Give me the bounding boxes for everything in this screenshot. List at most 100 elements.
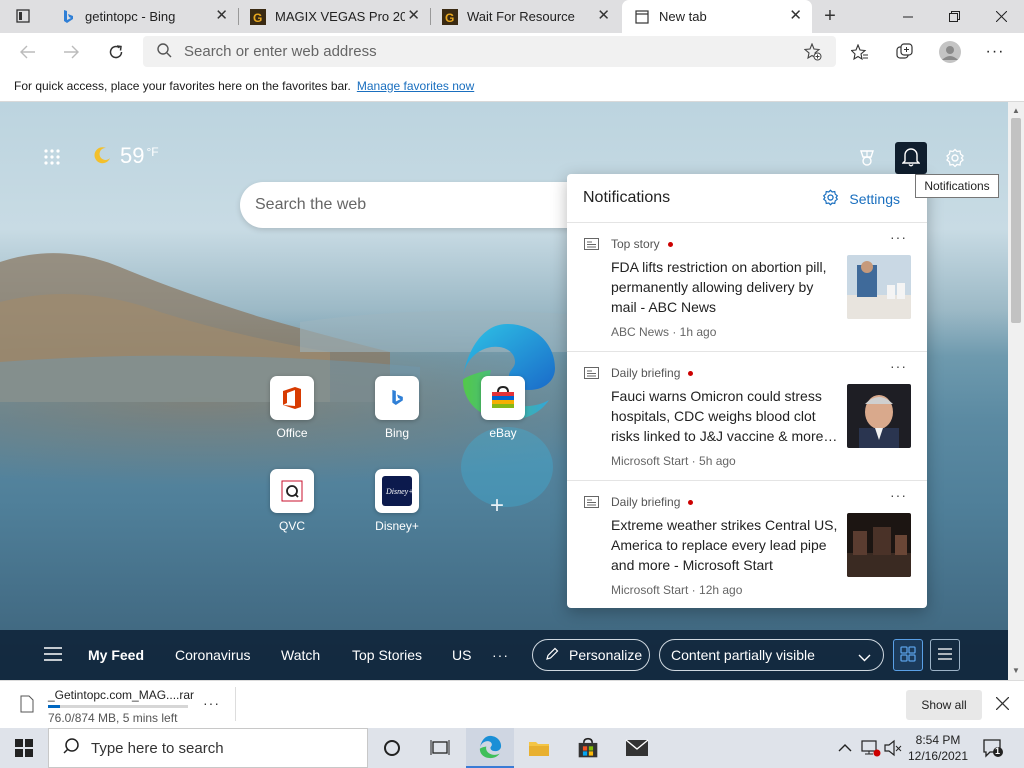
temperature-unit: °F [146,145,159,159]
unread-dot [688,370,694,376]
cortana-icon[interactable] [368,728,416,768]
scrollbar-thumb[interactable] [1011,118,1021,323]
web-search-input[interactable] [255,196,555,214]
quick-link-label: Disney+ [375,519,419,533]
collections-icon[interactable] [890,37,920,67]
quick-link-bing[interactable]: Bing [357,376,437,440]
feed-tab-watch[interactable]: Watch [281,647,320,663]
download-status: 76.0/874 MB, 5 mins left [48,711,178,725]
close-tab-icon[interactable]: ✕ [215,8,228,24]
pencil-icon [545,647,559,664]
task-view-icon[interactable] [416,728,464,768]
notification-item[interactable]: Daily briefing ··· Fauci warns Omicron c… [567,352,927,481]
edge-taskbar-icon[interactable] [466,728,514,768]
minimize-icon[interactable] [885,0,931,33]
scroll-up-icon[interactable]: ▲ [1012,106,1020,115]
close-window-icon[interactable] [978,0,1024,33]
notification-category: Top story [611,237,673,251]
category-label: Daily briefing [611,495,681,509]
taskbar-search-box[interactable]: Type here to search [48,728,368,768]
close-download-bar-icon[interactable] [995,696,1010,713]
windows-start-icon[interactable] [0,728,48,768]
content-visibility-dropdown[interactable]: Content partially visible [659,639,884,671]
quick-link-disney[interactable]: Disney+ Disney+ [357,469,437,533]
back-icon[interactable] [13,37,43,67]
category-label: Daily briefing [611,366,681,380]
list-layout-button[interactable] [930,639,960,671]
web-search-box[interactable] [240,182,580,228]
add-favorite-icon[interactable] [803,42,822,64]
more-options-icon[interactable]: ··· [890,229,907,245]
more-options-icon[interactable]: ··· [890,487,907,503]
tab-wait[interactable]: G Wait For Resource ✕ [430,0,620,33]
notifications-tooltip: Notifications [915,174,999,198]
personalize-button[interactable]: Personalize [532,639,650,671]
feed-tab-my-feed[interactable]: My Feed [88,647,144,663]
close-tab-icon[interactable]: ✕ [407,8,420,24]
mail-icon[interactable] [613,728,661,768]
weather-widget[interactable]: 59 °F [92,143,159,169]
svg-text:Disney+: Disney+ [385,487,412,496]
notification-source: ABC News · 1h ago [611,325,717,339]
settings-menu-button[interactable]: ··· [980,37,1010,67]
notification-item[interactable]: Top story ··· FDA lifts restriction on a… [567,223,927,352]
store-icon[interactable] [564,728,612,768]
manage-favorites-link[interactable]: Manage favorites now [357,79,474,93]
tab-magix[interactable]: G MAGIX VEGAS Pro 2021 ✕ [238,0,430,33]
feed-tab-us[interactable]: US [452,647,471,663]
newtab-icon [634,9,650,25]
download-more-options-icon[interactable]: ··· [203,695,220,711]
scroll-down-icon[interactable]: ▼ [1012,666,1020,675]
download-bar: _Getintopc.com_MAG....rar 76.0/874 MB, 5… [0,680,1024,728]
network-icon[interactable] [861,739,881,760]
notification-count: 1 [995,746,1001,756]
show-all-downloads-button[interactable]: Show all [906,690,982,720]
notification-item[interactable]: Daily briefing ··· Extreme weather strik… [567,481,927,608]
tab-title: Wait For Resource [467,9,575,24]
chevron-up-icon[interactable] [838,740,852,755]
address-bar[interactable] [143,36,836,67]
tab-bing[interactable]: getintopc - Bing ✕ [48,0,238,33]
chevron-down-icon [858,649,871,665]
edge-logo-reflection [455,427,559,517]
restore-icon[interactable] [931,0,977,33]
disney-icon: Disney+ [375,469,419,513]
tab-new-tab[interactable]: New tab ✕ [622,0,812,33]
forward-icon[interactable] [56,37,86,67]
notifications-header: Notifications Settings [567,174,927,223]
notifications-settings-link[interactable]: Settings [822,189,900,209]
quick-link-office[interactable]: Office [252,376,332,440]
tab-actions-icon[interactable] [8,1,38,31]
qvc-icon [270,469,314,513]
page-settings-icon[interactable] [940,143,970,173]
address-input[interactable] [184,43,784,60]
profile-avatar[interactable] [935,37,965,67]
close-tab-icon[interactable]: ✕ [789,8,802,24]
download-filename[interactable]: _Getintopc.com_MAG....rar [48,688,194,702]
tab-title: MAGIX VEGAS Pro 2021 [275,9,405,24]
feed-tab-coronavirus[interactable]: Coronavirus [175,647,250,663]
volume-muted-icon[interactable] [884,739,902,760]
new-tab-button[interactable]: + [815,1,845,31]
grid-layout-button[interactable] [893,639,923,671]
file-icon [20,695,34,716]
feed-tab-top-stories[interactable]: Top Stories [352,647,422,663]
quick-link-ebay[interactable]: eBay [463,376,543,440]
file-explorer-icon[interactable] [515,728,563,768]
notifications-bell-button[interactable] [895,142,927,174]
more-options-icon[interactable]: ··· [890,358,907,374]
refresh-icon[interactable] [101,37,131,67]
clock-time: 8:54 PM [915,733,961,747]
action-center-icon[interactable]: 1 [982,738,1004,758]
notification-category: Daily briefing [611,366,694,380]
menu-icon[interactable] [44,647,62,664]
notification-headline: Fauci warns Omicron could stress hospita… [611,388,838,444]
rewards-icon[interactable] [852,143,882,173]
apps-grid-icon[interactable] [37,142,67,172]
taskbar-clock[interactable]: 8:54 PM 12/16/2021 [906,732,970,764]
favorites-icon[interactable] [845,37,875,67]
quick-link-qvc[interactable]: QVC [252,469,332,533]
feed-more-button[interactable]: ··· [492,647,509,663]
add-shortcut-button[interactable]: + [490,492,504,520]
close-tab-icon[interactable]: ✕ [597,8,610,24]
